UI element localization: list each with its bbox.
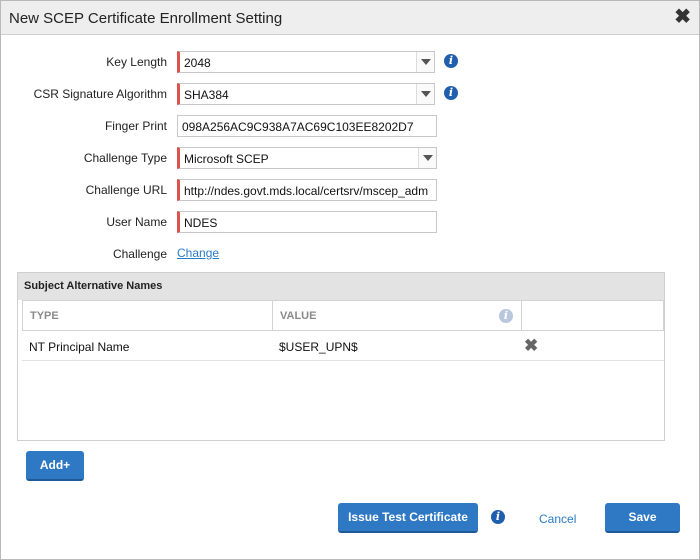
scep-enrollment-dialog: New SCEP Certificate Enrollment Setting … bbox=[0, 0, 700, 560]
challenge-type-label: Challenge Type bbox=[83, 151, 167, 165]
dialog-titlebar: New SCEP Certificate Enrollment Setting … bbox=[1, 1, 699, 35]
column-value-header: VALUE bbox=[280, 310, 317, 322]
csr-alg-select[interactable]: SHA384 bbox=[177, 83, 435, 105]
challenge-url-field[interactable]: http://ndes.govt.mds.local/certsrv/mscep… bbox=[177, 179, 437, 201]
san-value-cell: $USER_UPN$ bbox=[279, 340, 358, 354]
fingerprint-field[interactable]: 098A256AC9C938A7AC69C103EE8202D7 bbox=[177, 115, 437, 137]
chevron-down-icon[interactable] bbox=[418, 148, 436, 168]
change-challenge-link[interactable]: Change bbox=[177, 246, 219, 260]
cancel-button[interactable]: Cancel bbox=[539, 512, 576, 526]
key-length-select[interactable]: 2048 bbox=[177, 51, 435, 73]
chevron-down-icon[interactable] bbox=[416, 84, 434, 104]
challenge-type-select[interactable]: Microsoft SCEP bbox=[177, 147, 437, 169]
fingerprint-value: 098A256AC9C938A7AC69C103EE8202D7 bbox=[182, 120, 414, 134]
san-panel: Subject Alternative Names TYPE VALUE i N… bbox=[17, 272, 665, 441]
save-button[interactable]: Save bbox=[605, 503, 680, 533]
user-name-field[interactable]: NDES bbox=[177, 211, 437, 233]
info-icon[interactable]: i bbox=[444, 54, 458, 68]
csr-alg-label: CSR Signature Algorithm bbox=[33, 87, 167, 101]
table-row[interactable]: NT Principal Name $USER_UPN$ ✖ bbox=[22, 331, 664, 361]
san-type-cell: NT Principal Name bbox=[29, 340, 130, 354]
san-table-header: TYPE VALUE i bbox=[22, 300, 664, 331]
key-length-value: 2048 bbox=[184, 56, 211, 70]
column-divider bbox=[272, 301, 273, 330]
csr-alg-value: SHA384 bbox=[184, 88, 229, 102]
challenge-url-label: Challenge URL bbox=[85, 183, 167, 197]
delete-icon[interactable]: ✖ bbox=[524, 336, 538, 356]
info-icon[interactable]: i bbox=[444, 86, 458, 100]
challenge-url-value: http://ndes.govt.mds.local/certsrv/mscep… bbox=[184, 184, 429, 198]
close-icon[interactable]: ✖ bbox=[674, 7, 691, 27]
user-name-value: NDES bbox=[184, 216, 218, 230]
issue-test-certificate-button[interactable]: Issue Test Certificate bbox=[338, 503, 478, 533]
user-name-label: User Name bbox=[106, 215, 167, 229]
info-icon[interactable]: i bbox=[499, 309, 513, 323]
info-icon[interactable]: i bbox=[491, 510, 505, 524]
key-length-label: Key Length bbox=[106, 55, 167, 69]
chevron-down-icon[interactable] bbox=[416, 52, 434, 72]
challenge-label: Challenge bbox=[112, 247, 167, 261]
challenge-type-value: Microsoft SCEP bbox=[184, 152, 269, 166]
column-type-header: TYPE bbox=[30, 310, 59, 322]
fingerprint-label: Finger Print bbox=[104, 119, 167, 133]
column-divider bbox=[521, 301, 522, 330]
san-title: Subject Alternative Names bbox=[18, 273, 664, 300]
add-button[interactable]: Add+ bbox=[26, 451, 84, 481]
dialog-title: New SCEP Certificate Enrollment Setting bbox=[9, 10, 283, 27]
